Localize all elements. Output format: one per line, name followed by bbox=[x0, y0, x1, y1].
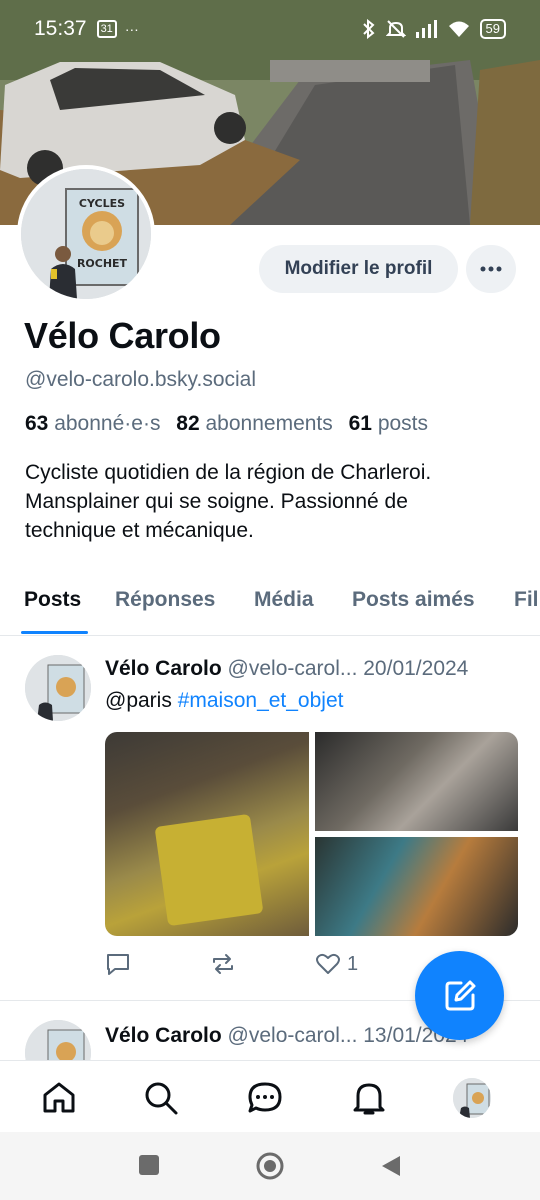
tab-posts[interactable]: Posts bbox=[24, 588, 81, 612]
posts-label: posts bbox=[377, 412, 429, 435]
bluetooth-icon bbox=[362, 19, 375, 39]
following-count: 82 bbox=[176, 412, 200, 435]
profile-stats: 63 abonné·e·s 82 abonnements 61 posts bbox=[25, 412, 428, 436]
feed-post[interactable]: Vélo Carolo @velo-carol... 20/01/2024 @p… bbox=[0, 637, 540, 1001]
avatar-image: CYCLES ROCHET bbox=[21, 169, 151, 299]
followers-count: 63 bbox=[25, 412, 49, 435]
like-count: 1 bbox=[347, 952, 359, 975]
followers-label: abonné·e·s bbox=[54, 412, 161, 435]
mute-icon bbox=[385, 20, 406, 38]
post-author-handle[interactable]: @velo-carol... bbox=[228, 657, 358, 680]
tab-feeds[interactable]: Fil bbox=[514, 588, 539, 612]
bio-line: Mansplainer qui se soigne. Passionné de bbox=[25, 490, 408, 513]
svg-text:ROCHET: ROCHET bbox=[77, 257, 128, 270]
svg-text:CYCLES: CYCLES bbox=[79, 197, 125, 210]
post-image[interactable] bbox=[315, 732, 518, 831]
status-time: 15:37 bbox=[34, 17, 87, 40]
repost-button[interactable] bbox=[210, 952, 236, 976]
battery-icon: 59 bbox=[479, 19, 506, 39]
comment-icon bbox=[107, 954, 129, 975]
post-author-name[interactable]: Vélo Carolo bbox=[105, 1024, 222, 1047]
tab-media[interactable]: Média bbox=[254, 588, 314, 612]
bottom-navigation bbox=[0, 1060, 540, 1132]
more-notifications-icon: ··· bbox=[124, 21, 139, 37]
nav-profile-avatar bbox=[453, 1078, 491, 1118]
tab-replies[interactable]: Réponses bbox=[115, 588, 215, 612]
profile-bio: Cycliste quotidien de la région de Charl… bbox=[25, 458, 525, 545]
chat-icon bbox=[248, 1082, 282, 1113]
heart-icon bbox=[316, 953, 340, 974]
back-system-button[interactable] bbox=[380, 1154, 402, 1178]
recent-apps-button[interactable] bbox=[138, 1154, 160, 1176]
followers-link[interactable]: 63 abonné·e·s bbox=[25, 412, 160, 435]
post-media-grid bbox=[105, 732, 518, 936]
wifi-icon bbox=[448, 21, 469, 37]
profile-avatar[interactable]: CYCLES ROCHET bbox=[17, 165, 155, 303]
post-image[interactable] bbox=[315, 837, 518, 936]
signal-icon bbox=[415, 20, 437, 38]
bell-icon bbox=[353, 1083, 385, 1115]
system-navigation-bar bbox=[0, 1132, 540, 1200]
nav-chat[interactable] bbox=[246, 1079, 284, 1117]
post-text: @paris #maison_et_objet bbox=[105, 689, 343, 713]
compose-post-button[interactable] bbox=[415, 951, 504, 1040]
post-date[interactable]: 20/01/2024 bbox=[363, 657, 468, 680]
profile-handle: @velo-carolo.bsky.social bbox=[25, 368, 257, 391]
reply-button[interactable] bbox=[105, 952, 131, 976]
post-author-avatar[interactable] bbox=[25, 1020, 91, 1060]
calendar-icon: 31 bbox=[96, 20, 117, 38]
like-button[interactable]: 1 bbox=[315, 952, 358, 976]
posts-count: 61 bbox=[348, 412, 372, 435]
more-options-button[interactable] bbox=[466, 245, 516, 293]
avatar-image bbox=[25, 655, 91, 721]
post-author-avatar[interactable] bbox=[25, 655, 91, 721]
active-tab-indicator bbox=[21, 631, 88, 634]
bio-line: technique et mécanique. bbox=[25, 519, 254, 542]
profile-tabs: Posts Réponses Média Posts aimés Fil bbox=[0, 572, 540, 636]
post-author-name[interactable]: Vélo Carolo bbox=[105, 657, 222, 680]
bio-line: Cycliste quotidien de la région de Charl… bbox=[25, 461, 432, 484]
nav-home[interactable] bbox=[40, 1079, 78, 1117]
post-mention[interactable]: @paris bbox=[105, 689, 172, 712]
profile-display-name: Vélo Carolo bbox=[24, 315, 221, 356]
following-link[interactable]: 82 abonnements bbox=[176, 412, 332, 435]
nav-notifications[interactable] bbox=[350, 1079, 388, 1117]
search-icon bbox=[145, 1082, 178, 1115]
post-image[interactable] bbox=[105, 732, 309, 936]
edit-profile-button[interactable]: Modifier le profil bbox=[259, 245, 458, 293]
repost-icon bbox=[213, 954, 233, 974]
nav-search[interactable] bbox=[142, 1079, 180, 1117]
compose-icon bbox=[445, 980, 475, 1010]
post-header: Vélo Carolo @velo-carol... 20/01/2024 bbox=[105, 657, 525, 681]
post-author-handle[interactable]: @velo-carol... bbox=[228, 1024, 358, 1047]
following-label: abonnements bbox=[205, 412, 333, 435]
home-icon bbox=[43, 1082, 75, 1113]
avatar-image bbox=[25, 1020, 91, 1060]
nav-profile[interactable] bbox=[453, 1078, 491, 1118]
ellipsis-icon bbox=[480, 266, 502, 272]
status-bar: 15:37 31 ··· 59 bbox=[0, 0, 540, 58]
post-hashtag[interactable]: #maison_et_objet bbox=[178, 689, 344, 712]
home-system-button[interactable] bbox=[255, 1151, 285, 1181]
tab-liked-posts[interactable]: Posts aimés bbox=[352, 588, 475, 612]
